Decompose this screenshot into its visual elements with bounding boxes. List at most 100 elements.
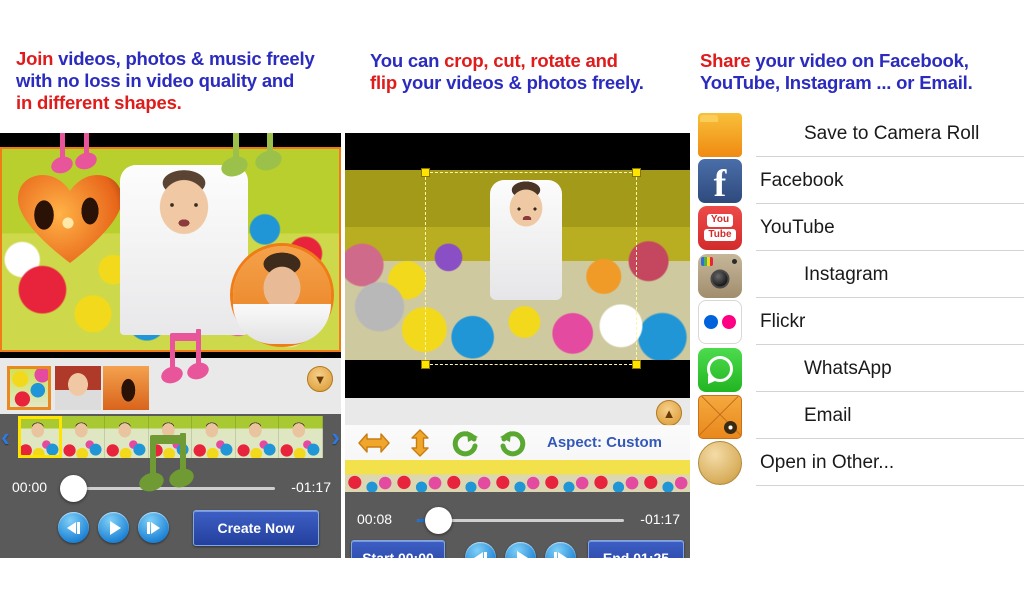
youtube-glyph-bottom: Tube	[704, 228, 736, 241]
filmstrip-frame[interactable]	[192, 416, 236, 458]
step-backward-icon	[474, 551, 487, 558]
panel-crop-editor: ▲ Aspect: Custom 00:08 -01:17 Start 00:0…	[345, 133, 690, 558]
chevron-up-icon[interactable]: ▲	[656, 400, 682, 426]
crop-handle-top-left[interactable]	[421, 168, 430, 177]
rotate-left-icon[interactable]	[495, 429, 529, 457]
camera-dot-glyph	[732, 259, 737, 264]
crop-toolbar: Aspect: Custom	[345, 425, 690, 460]
collage-preview-stage	[0, 147, 341, 352]
youtube-icon: You Tube	[698, 205, 742, 250]
filmstrip-frame[interactable]	[492, 460, 543, 492]
filmstrip-frame[interactable]	[235, 416, 280, 458]
aspect-ratio-label[interactable]: Aspect: Custom	[547, 434, 662, 451]
list-item[interactable]	[103, 366, 149, 410]
share-item-label: Instagram	[804, 263, 889, 285]
email-icon	[698, 395, 742, 439]
filmstrip-frame[interactable]	[345, 460, 395, 492]
step-backward-button[interactable]	[58, 512, 89, 543]
filmstrip-left-arrow-icon[interactable]: ‹	[1, 424, 10, 450]
list-item[interactable]: Instagram	[694, 251, 1024, 298]
flickr-dot-blue	[704, 314, 718, 329]
list-item[interactable]: Open in Other...	[694, 439, 1024, 486]
filmstrip-frame[interactable]	[105, 416, 149, 458]
list-item[interactable]: Flickr	[694, 298, 1024, 345]
heart-shape-photo	[16, 171, 124, 267]
remaining-time-label: -01:17	[640, 511, 680, 527]
chevron-down-icon[interactable]: ▼	[307, 366, 333, 392]
crop-toolbar-area: ▲ Aspect: Custom	[345, 398, 690, 460]
caption-1-line1-rest: videos, photos & music freely	[53, 48, 315, 69]
caption-3-line1-rest: your video on Facebook,	[750, 50, 969, 71]
crop-selection-box[interactable]	[421, 168, 641, 369]
filmstrip-frame[interactable]	[279, 416, 323, 458]
list-item[interactable]	[7, 366, 51, 410]
whatsapp-icon	[698, 348, 742, 392]
flickr-icon	[698, 299, 742, 344]
filmstrip-right-arrow-icon[interactable]: ›	[331, 424, 340, 450]
share-item-label: Flickr	[760, 310, 806, 332]
youtube-glyph-top: You	[706, 214, 734, 227]
whatsapp-tail-glyph	[708, 375, 715, 384]
rotate-right-icon[interactable]	[449, 429, 483, 457]
crop-handle-top-right[interactable]	[632, 168, 641, 177]
baby-face-detail	[120, 165, 248, 335]
step-forward-button[interactable]	[545, 542, 576, 558]
caption-2-line1-actions: crop, cut, rotate and	[444, 50, 618, 71]
filmstrip-frame[interactable]	[591, 460, 641, 492]
caption-3-word-share: Share	[700, 50, 751, 71]
seek-slider-track[interactable]	[74, 487, 275, 490]
caption-panel-3: Share your video on Facebook, YouTube, I…	[700, 50, 1024, 94]
play-button[interactable]	[98, 512, 129, 543]
filmstrip-frame[interactable]	[61, 416, 106, 458]
facebook-icon: f	[698, 158, 742, 206]
end-time-button[interactable]: End 01:25	[588, 540, 684, 558]
play-icon	[516, 550, 528, 558]
crop-handle-bottom-left[interactable]	[421, 360, 430, 369]
current-time-label: 00:08	[357, 511, 393, 527]
panel-share-sheet: Save to Camera Roll f Facebook You Tube …	[694, 110, 1024, 505]
caption-2-line1-prefix: You can	[370, 50, 445, 71]
seek-slider-knob[interactable]	[425, 507, 452, 534]
flip-horizontal-icon[interactable]	[357, 429, 391, 457]
filmstrip-frame[interactable]	[18, 416, 62, 458]
caption-1-word-join: Join	[16, 48, 54, 69]
filmstrip-frame[interactable]	[542, 460, 592, 492]
start-time-button[interactable]: Start 00:00	[351, 540, 445, 558]
list-item[interactable]: WhatsApp	[694, 345, 1024, 392]
create-now-button[interactable]: Create Now	[193, 510, 319, 546]
list-item[interactable]: You Tube YouTube	[694, 204, 1024, 251]
caption-1-line2: with no loss in video quality and	[16, 69, 295, 91]
panel2-playback-controls: 00:08 -01:17 Start 00:00 End 01:25	[345, 492, 690, 558]
play-button[interactable]	[505, 542, 536, 558]
crop-handle-bottom-right[interactable]	[632, 360, 641, 369]
list-item[interactable]: Email	[694, 392, 1024, 439]
caption-2-line2-rest: your videos & photos freely.	[396, 71, 644, 93]
flip-vertical-icon[interactable]	[403, 428, 437, 457]
filmstrip-frame[interactable]	[443, 460, 493, 492]
panel2-filmstrip[interactable]	[345, 460, 690, 492]
list-item[interactable]	[55, 366, 101, 410]
film-reel-glyph	[724, 421, 737, 434]
filmstrip-frame[interactable]	[640, 460, 690, 492]
filmstrip-frame[interactable]	[394, 460, 444, 492]
step-forward-button[interactable]	[138, 512, 169, 543]
crop-preview-stage	[345, 133, 690, 398]
folder-icon	[698, 113, 742, 157]
list-item[interactable]: f Facebook	[694, 157, 1024, 204]
list-item[interactable]: Save to Camera Roll	[694, 110, 1024, 157]
collage-canvas[interactable]	[0, 147, 341, 352]
panel2-filmstrip-frames[interactable]	[345, 460, 690, 492]
circle-shape-photo	[233, 246, 331, 344]
divider	[756, 485, 1024, 486]
caption-1-line3: in different shapes.	[16, 91, 182, 113]
baby-photo-main	[120, 165, 248, 335]
share-item-label: Open in Other...	[760, 451, 895, 473]
share-item-label: YouTube	[760, 216, 835, 238]
open-in-other-icon	[698, 440, 742, 485]
step-forward-icon	[147, 521, 160, 534]
step-backward-button[interactable]	[465, 542, 496, 558]
seek-slider-knob[interactable]	[60, 475, 87, 502]
facebook-glyph: f	[713, 163, 727, 206]
share-item-label: WhatsApp	[804, 357, 892, 379]
caption-panel-2: You can crop, cut, rotate and flip your …	[370, 50, 690, 94]
